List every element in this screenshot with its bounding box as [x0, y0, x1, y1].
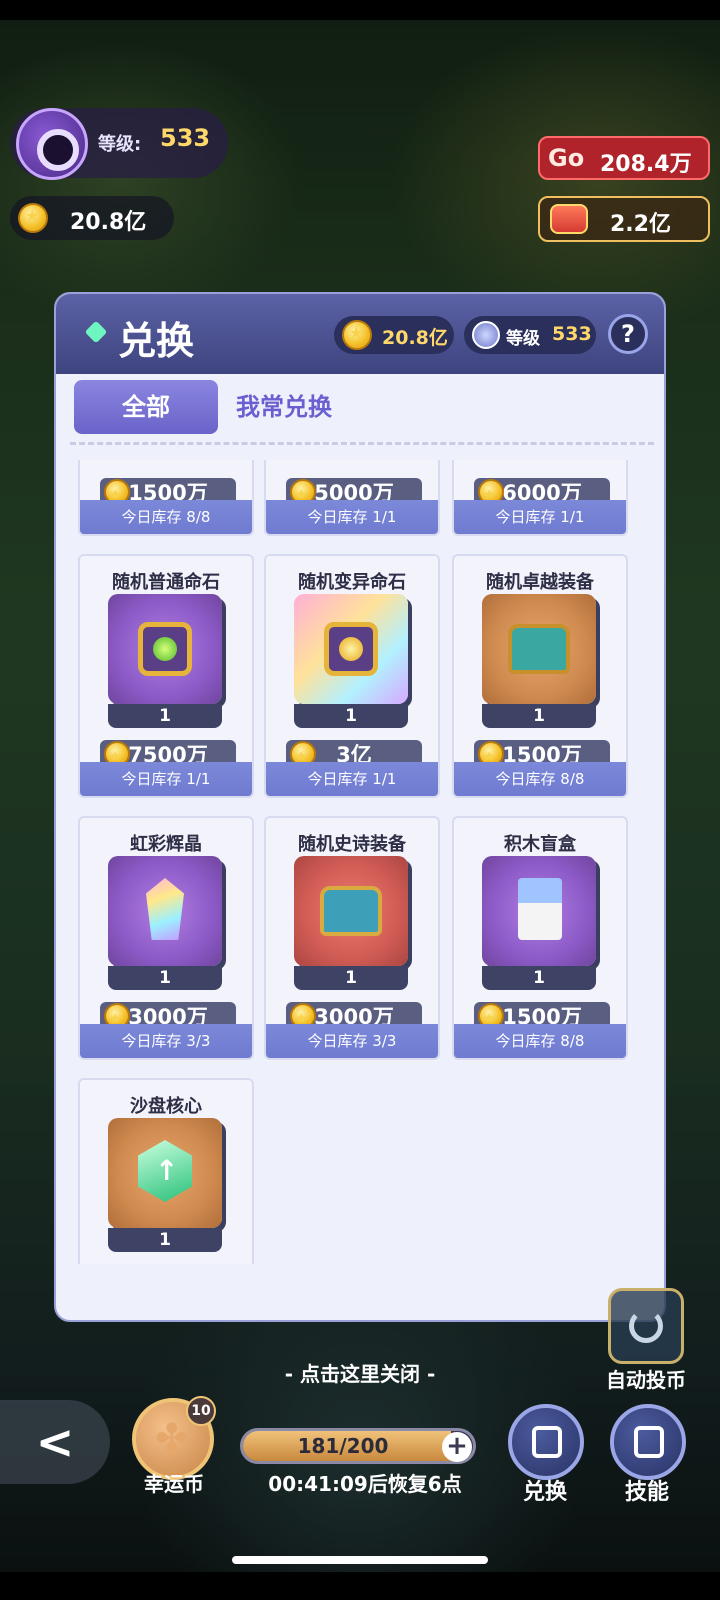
- coin-icon: [18, 203, 48, 233]
- go-value: 208.4万: [600, 152, 692, 177]
- item-stock: 今日库存 1/1: [454, 500, 626, 534]
- close-hint[interactable]: - 点击这里关闭 -: [240, 1358, 480, 1388]
- navigation-bar: [0, 1572, 720, 1600]
- level-label: 等级:: [98, 134, 142, 155]
- dialog-level-value: 533: [552, 323, 592, 345]
- item-name: 虹彩辉晶: [130, 834, 202, 855]
- go-logo-icon: Go: [548, 144, 585, 172]
- item-grid[interactable]: 1500万 今日库存 8/8 5000万 今日库存 1/1 6000万 今日库存…: [56, 460, 664, 1264]
- item-stock: 今日库存 1/1: [266, 500, 438, 534]
- refresh-icon: [629, 1309, 663, 1343]
- diamond-icon: [84, 320, 108, 344]
- dialog-header: 兑换 20.8亿 等级 533 ?: [56, 294, 664, 374]
- avatar[interactable]: [16, 108, 88, 180]
- item-art: [294, 594, 408, 704]
- add-energy-button[interactable]: +: [442, 1432, 472, 1462]
- level-value: 533: [160, 124, 211, 152]
- item-stock: 今日库存 1/1: [266, 762, 438, 796]
- lucky-coin-label: 幸运币: [144, 1472, 204, 1496]
- item-card[interactable]: 5000万 今日库存 1/1: [264, 460, 440, 536]
- exchange-label: 兑换: [522, 1480, 567, 1505]
- item-stock: 今日库存 8/8: [80, 500, 252, 534]
- item-stock: 今日库存 3/3: [266, 1024, 438, 1058]
- lucky-count-badge: 10: [186, 1396, 216, 1426]
- auto-coin-label: 自动投币: [606, 1368, 686, 1392]
- status-bar: [0, 0, 720, 20]
- item-name: 随机史诗装备: [298, 834, 406, 855]
- item-stock: 今日库存 8/8: [454, 1024, 626, 1058]
- exchange-button[interactable]: [508, 1404, 584, 1480]
- item-art: [108, 594, 222, 704]
- item-quantity: 1: [108, 966, 222, 990]
- coin-value: 20.8亿: [70, 210, 147, 235]
- go-balance[interactable]: Go 208.4万: [538, 136, 710, 180]
- exchange-dialog: 兑换 20.8亿 等级 533 ? 全部 我常兑换 1500万 今日库存 8/8…: [54, 292, 666, 1322]
- item-name: 随机变异命石: [298, 572, 406, 593]
- item-quantity: 1: [294, 966, 408, 990]
- item-art: [294, 856, 408, 966]
- item-card[interactable]: 积木盲盒 1 1500万 今日库存 8/8: [452, 816, 628, 1060]
- item-quantity: 1: [108, 704, 222, 728]
- item-card[interactable]: 随机变异命石 1 3亿 今日库存 1/1: [264, 554, 440, 798]
- dialog-coin-balance: 20.8亿: [334, 316, 454, 354]
- item-card[interactable]: 随机史诗装备 1 3000万 今日库存 3/3: [264, 816, 440, 1060]
- help-button[interactable]: ?: [608, 314, 648, 354]
- epic-chest-icon: [320, 886, 382, 936]
- back-button[interactable]: <: [0, 1400, 110, 1484]
- item-card[interactable]: 1500万 今日库存 8/8: [78, 460, 254, 536]
- divider: [70, 442, 654, 445]
- skill-button[interactable]: [610, 1404, 686, 1480]
- item-card[interactable]: 6000万 今日库存 1/1: [452, 460, 628, 536]
- item-stock: 今日库存 8/8: [454, 762, 626, 796]
- tab-frequent[interactable]: 我常兑换: [236, 380, 332, 434]
- recover-timer: 00:41:09后恢复6点: [268, 1472, 462, 1496]
- exchange-icon: [532, 1426, 562, 1458]
- blind-box-icon: [518, 878, 562, 940]
- coin-icon: [342, 320, 372, 350]
- item-art: [482, 856, 596, 966]
- yellow-gem-box-icon: [324, 622, 378, 676]
- item-card[interactable]: 沙盘核心 1: [78, 1078, 254, 1264]
- home-indicator[interactable]: [232, 1556, 488, 1564]
- skill-label: 技能: [624, 1480, 669, 1505]
- item-name: 随机普通命石: [112, 572, 220, 593]
- dialog-level-label: 等级: [506, 329, 540, 349]
- player-level-panel[interactable]: 等级: 533: [10, 108, 228, 180]
- item-name: 随机卓越装备: [486, 572, 594, 593]
- dialog-title: 兑换: [118, 319, 195, 363]
- sandbox-core-icon: [138, 1140, 192, 1202]
- item-name: 沙盘核心: [130, 1096, 202, 1117]
- item-card[interactable]: 随机卓越装备 1 1500万 今日库存 8/8: [452, 554, 628, 798]
- rainbow-crystal-icon: [146, 878, 184, 940]
- item-name: 积木盲盒: [504, 834, 576, 855]
- item-quantity: 1: [482, 966, 596, 990]
- item-art: [108, 1118, 222, 1228]
- auto-coin-button[interactable]: [608, 1288, 684, 1364]
- dialog-level: 等级 533: [464, 316, 596, 354]
- coin-balance: 20.8亿: [10, 196, 174, 240]
- item-art: [482, 594, 596, 704]
- gem-value: 2.2亿: [610, 212, 671, 237]
- treasure-chest-icon: [508, 624, 570, 674]
- energy-text: 181/200: [297, 1434, 389, 1458]
- green-gem-box-icon: [138, 622, 192, 676]
- item-stock: 今日库存 1/1: [80, 762, 252, 796]
- level-icon: [472, 321, 500, 349]
- dialog-coin-value: 20.8亿: [382, 327, 448, 349]
- gem-balance[interactable]: 2.2亿: [538, 196, 710, 242]
- item-card[interactable]: 随机普通命石 1 7500万 今日库存 1/1: [78, 554, 254, 798]
- item-card[interactable]: 虹彩辉晶 1 3000万 今日库存 3/3: [78, 816, 254, 1060]
- energy-bar: 181/200: [240, 1428, 476, 1464]
- item-quantity: 1: [482, 704, 596, 728]
- item-quantity: 1: [108, 1228, 222, 1252]
- crown-icon: [550, 204, 588, 234]
- item-quantity: 1: [294, 704, 408, 728]
- skill-icon: [634, 1426, 664, 1458]
- item-stock: 今日库存 3/3: [80, 1024, 252, 1058]
- tab-all[interactable]: 全部: [74, 380, 218, 434]
- item-art: [108, 856, 222, 966]
- clover-icon: ✤: [155, 1416, 189, 1462]
